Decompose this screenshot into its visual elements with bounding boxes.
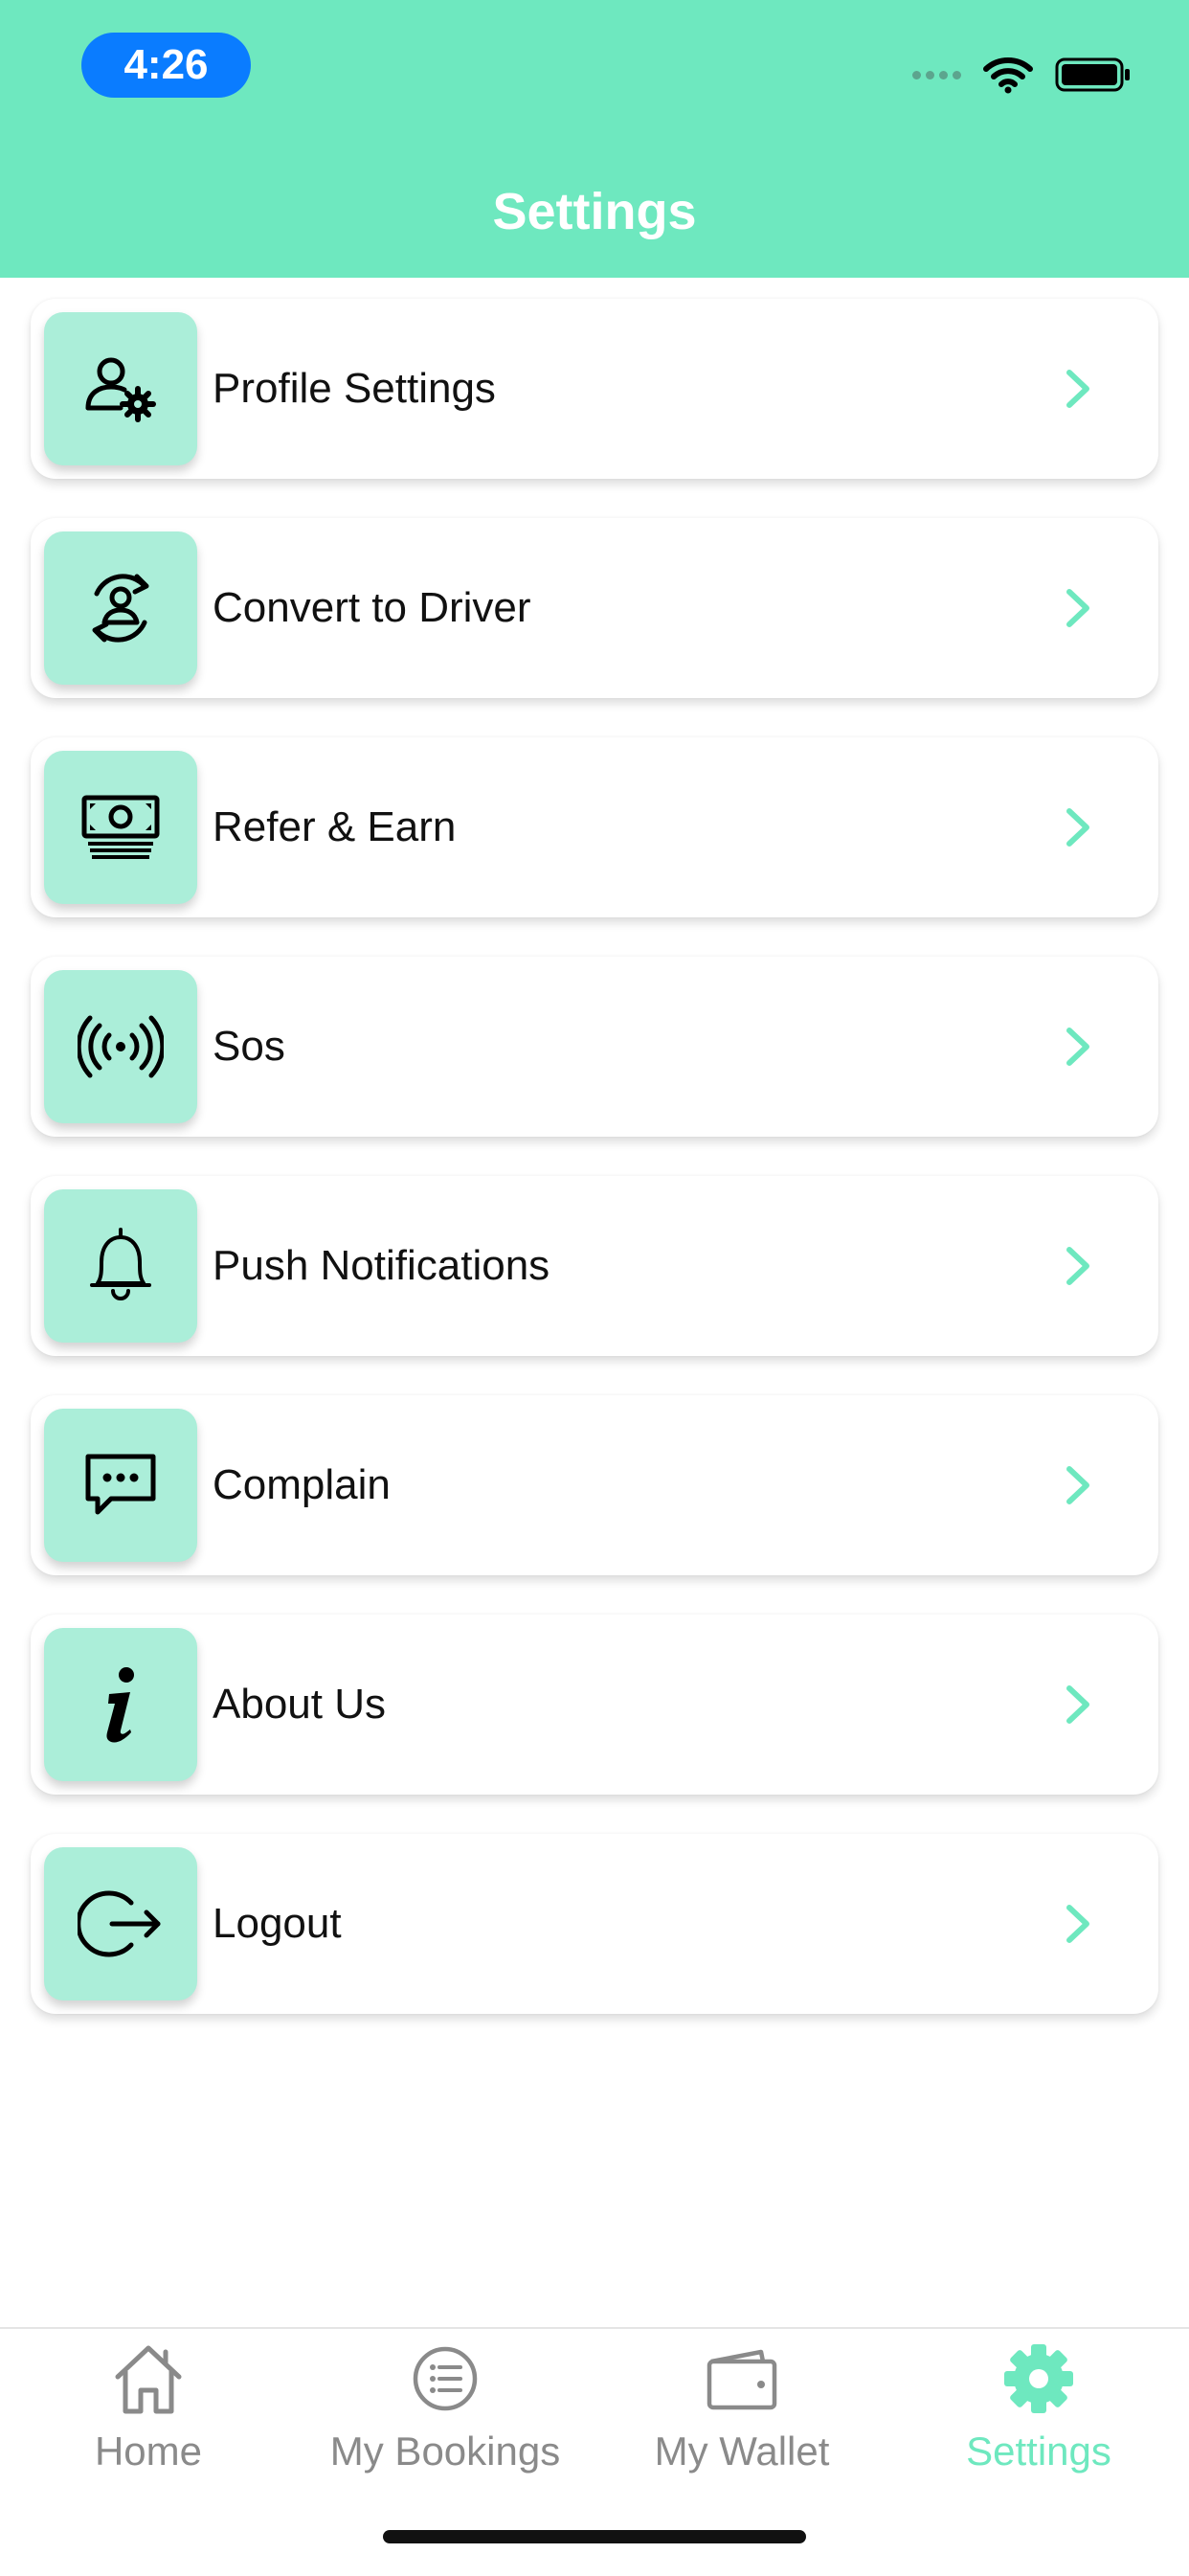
bell-icon bbox=[90, 1228, 151, 1300]
settings-item-push-notifications[interactable]: Push Notifications bbox=[31, 1176, 1158, 1356]
chevron-right-icon bbox=[1066, 1028, 1089, 1066]
tab-label: Settings bbox=[966, 2429, 1111, 2474]
switch-user-icon bbox=[92, 574, 149, 643]
chevron-right-icon bbox=[1066, 808, 1089, 847]
tab-my-bookings[interactable]: My Bookings bbox=[297, 2329, 594, 2520]
settings-item-complain[interactable]: Complain bbox=[31, 1395, 1158, 1575]
page-title: Settings bbox=[492, 183, 697, 240]
status-time: 4:26 bbox=[81, 33, 251, 98]
icon-tile bbox=[44, 531, 197, 685]
logout-icon bbox=[78, 1890, 161, 1957]
home-icon bbox=[115, 2345, 182, 2414]
settings-item-logout[interactable]: Logout bbox=[31, 1834, 1158, 2014]
user-gear-icon bbox=[85, 357, 156, 422]
gear-icon bbox=[1004, 2344, 1073, 2413]
tab-label: My Wallet bbox=[654, 2429, 830, 2474]
tab-settings[interactable]: Settings bbox=[890, 2329, 1187, 2520]
settings-item-refer-earn[interactable]: Refer & Earn bbox=[31, 737, 1158, 917]
settings-item-label: Refer & Earn bbox=[213, 803, 457, 850]
app-header: 4:26 Settings bbox=[0, 0, 1189, 278]
tab-home[interactable]: Home bbox=[0, 2329, 297, 2520]
icon-tile bbox=[44, 970, 197, 1123]
wifi-icon bbox=[983, 57, 1033, 94]
icon-tile bbox=[44, 1628, 197, 1781]
icon-tile bbox=[44, 1847, 197, 2000]
info-icon bbox=[106, 1667, 134, 1743]
list-icon bbox=[413, 2346, 478, 2411]
settings-item-profile-settings[interactable]: Profile Settings bbox=[31, 299, 1158, 479]
settings-item-label: Push Notifications bbox=[213, 1242, 550, 1289]
icon-tile bbox=[44, 1409, 197, 1562]
wallet-icon bbox=[707, 2349, 777, 2410]
broadcast-icon bbox=[78, 1015, 164, 1078]
tab-label: My Bookings bbox=[329, 2429, 561, 2474]
chevron-right-icon bbox=[1066, 370, 1089, 408]
settings-item-sos[interactable]: Sos bbox=[31, 957, 1158, 1137]
tab-label: Home bbox=[94, 2429, 203, 2474]
settings-item-about-us[interactable]: About Us bbox=[31, 1615, 1158, 1795]
money-stack-icon bbox=[81, 795, 160, 859]
settings-item-label: Sos bbox=[213, 1023, 285, 1070]
icon-tile bbox=[44, 751, 197, 904]
chevron-right-icon bbox=[1066, 1247, 1089, 1285]
chat-bubble-icon bbox=[85, 1454, 156, 1515]
chevron-right-icon bbox=[1066, 1685, 1089, 1724]
settings-item-label: Complain bbox=[213, 1461, 391, 1508]
chevron-right-icon bbox=[1066, 1905, 1089, 1943]
icon-tile bbox=[44, 312, 197, 465]
battery-icon bbox=[1055, 57, 1130, 92]
tab-my-wallet[interactable]: My Wallet bbox=[594, 2329, 890, 2520]
icon-tile bbox=[44, 1189, 197, 1343]
settings-item-label: Convert to Driver bbox=[213, 584, 531, 631]
settings-item-label: Logout bbox=[213, 1900, 342, 1947]
home-indicator bbox=[383, 2530, 806, 2543]
settings-item-convert-to-driver[interactable]: Convert to Driver bbox=[31, 518, 1158, 698]
settings-item-label: Profile Settings bbox=[213, 365, 496, 412]
status-icons bbox=[912, 56, 1132, 94]
chevron-right-icon bbox=[1066, 589, 1089, 627]
settings-item-label: About Us bbox=[213, 1681, 386, 1728]
cellular-signal-icon bbox=[912, 70, 961, 79]
chevron-right-icon bbox=[1066, 1466, 1089, 1504]
